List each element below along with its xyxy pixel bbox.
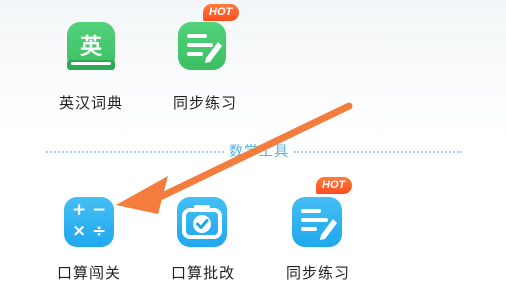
divide-glyph: ÷ [92, 221, 107, 241]
calculator-icon: + − × ÷ [64, 197, 114, 247]
app-label: 英汉词典 [58, 94, 123, 112]
app-label: 同步练习 [172, 94, 237, 112]
app-label: 同步练习 [285, 264, 350, 282]
section-title: 数学工具 [229, 144, 289, 160]
camera-check-icon [177, 197, 227, 247]
practice-sheet-icon [292, 197, 342, 247]
hot-badge: HOT [203, 4, 240, 21]
app-label: 口算闯关 [56, 264, 121, 282]
dictionary-glyph: 英 [79, 35, 102, 60]
app-sync-practice-2[interactable]: HOT 同步练习 [264, 177, 374, 296]
practice-sheet-icon [178, 22, 226, 70]
app-sync-practice-1[interactable]: HOT 同步练习 [150, 0, 260, 130]
section-divider-right [294, 151, 462, 153]
app-mental-math-challenge[interactable]: + − × ÷ 口算闯关 [40, 180, 150, 296]
plus-glyph: + [72, 200, 87, 220]
minus-glyph: − [92, 200, 107, 220]
app-mental-math-grading[interactable]: 口算批改 [150, 180, 260, 296]
section-divider-left [46, 151, 224, 153]
times-glyph: × [72, 221, 87, 241]
hot-badge: HOT [316, 177, 353, 194]
dictionary-book-icon: 英 [67, 22, 115, 70]
app-label: 口算批改 [170, 264, 235, 282]
app-english-dictionary[interactable]: 英 英汉词典 [40, 0, 150, 130]
